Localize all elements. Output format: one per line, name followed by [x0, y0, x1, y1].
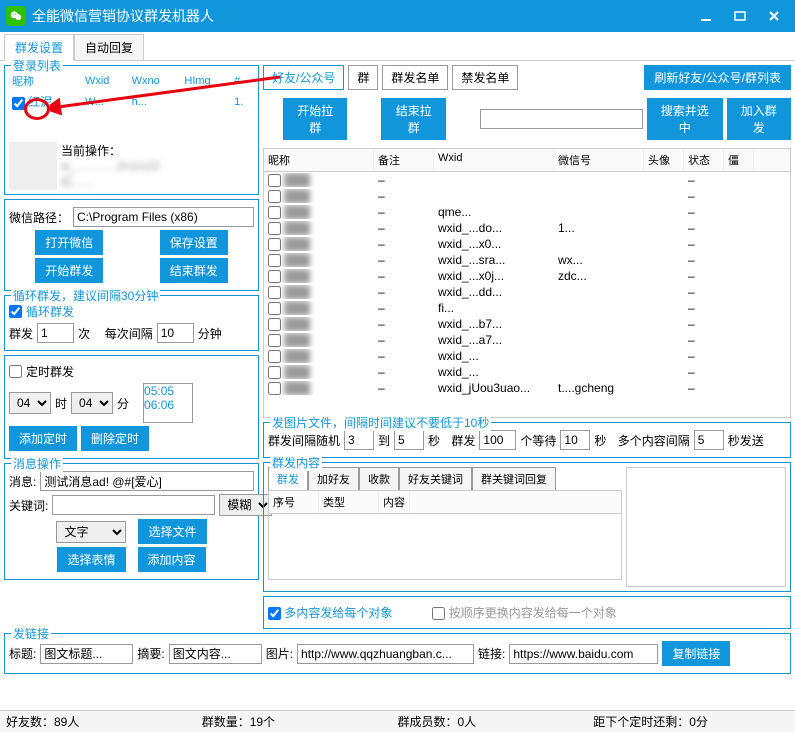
- friends-grid: 昵称 备注 Wxid 微信号 头像 状态 僵 ███–– ███–– ███–q…: [263, 148, 791, 418]
- link-title-input[interactable]: [40, 644, 133, 664]
- add-content-button[interactable]: 添加内容: [138, 547, 206, 572]
- search-select-button[interactable]: 搜索并选中: [647, 98, 723, 140]
- link-send-panel: 发链接 标题: 摘要: 图片: 链接: 复制链接: [4, 633, 791, 674]
- message-input[interactable]: [40, 471, 254, 491]
- status-friends: 好友数：89人: [6, 713, 202, 730]
- status-members: 群成员数：0人: [398, 713, 594, 730]
- preview-area: [626, 467, 786, 587]
- inner-tab-group-kw[interactable]: 群关键词回复: [472, 467, 556, 490]
- table-row[interactable]: ███–wxid_...–: [264, 364, 790, 380]
- table-row[interactable]: ███–wxid_...dd...–: [264, 284, 790, 300]
- save-config-button[interactable]: 保存设置: [160, 230, 228, 255]
- table-row[interactable]: ███–wxid_...x0...–: [264, 236, 790, 252]
- schedule-times-list[interactable]: 05:0506:06: [143, 383, 193, 423]
- options-panel: 多内容发给每个对象 按顺序更换内容发给每一个对象: [263, 596, 791, 629]
- statusbar: 好友数：89人 群数量：19个 群成员数：0人 距下个定时还剩：0分: [0, 710, 795, 732]
- tab-ban-list[interactable]: 禁发名单: [452, 65, 518, 90]
- app-logo: [6, 6, 26, 26]
- content-type-select[interactable]: 文字: [56, 521, 126, 543]
- table-row[interactable]: ███–fi...–: [264, 300, 790, 316]
- copy-link-button[interactable]: 复制链接: [662, 641, 730, 666]
- table-row[interactable]: ███–wxid_...sra...wx...–: [264, 252, 790, 268]
- loop-send-panel: 循环群发，建议间隔30分钟 循环群发 群发次 每次间隔分钟: [4, 295, 259, 351]
- table-row[interactable]: ███–wxid_...b7...–: [264, 316, 790, 332]
- close-button[interactable]: [767, 9, 781, 23]
- wx-path-input[interactable]: [73, 207, 254, 227]
- table-row[interactable]: ███––: [264, 188, 790, 204]
- select-file-button[interactable]: 选择文件: [138, 519, 206, 544]
- table-row[interactable]: ███–wxid_...a7...–: [264, 332, 790, 348]
- schedule-min-select[interactable]: 04: [71, 392, 113, 414]
- tab-groups[interactable]: 群: [348, 65, 378, 90]
- rand-from-input[interactable]: [344, 430, 374, 450]
- wx-path-panel: 微信路径： 打开微信保存设置 开始群发结束群发: [4, 199, 259, 291]
- link-url-input[interactable]: [509, 644, 658, 664]
- send-content-panel: 群发内容 群发 加好友 收款 好友关键词 群关键词回复 序号类型内容: [263, 462, 791, 592]
- end-send-button[interactable]: 结束群发: [160, 258, 228, 283]
- table-row[interactable]: ███–qme...–: [264, 204, 790, 220]
- tab-auto-reply[interactable]: 自动回复: [74, 34, 144, 60]
- multi-content-checkbox[interactable]: 多内容发给每个对象: [268, 604, 392, 621]
- titlebar: 全能微信营销协议群发机器人: [0, 0, 795, 32]
- order-content-checkbox[interactable]: 按顺序更换内容发给每一个对象: [432, 604, 616, 621]
- annotation-arrow: [50, 75, 290, 115]
- img-send-panel: 发图片文件，间隔时间建议不要低于10秒 群发间隔随机 到 秒 群发 个等待 秒 …: [263, 422, 791, 458]
- start-pull-button[interactable]: 开始拉群: [283, 98, 347, 140]
- link-summary-input[interactable]: [169, 644, 262, 664]
- inner-tab-receive[interactable]: 收款: [359, 467, 399, 490]
- schedule-checkbox[interactable]: [9, 365, 22, 378]
- msg-ops-panel: 消息操作 消息: 关键词:模糊 文字选择文件 选择表情添加内容: [4, 463, 259, 580]
- table-row[interactable]: ███–wxid_...x0j...zdc...–: [264, 268, 790, 284]
- refresh-list-button[interactable]: 刷新好友/公众号/群列表: [644, 65, 791, 90]
- table-row[interactable]: ███–wxid_jUou3uao...t....gcheng–: [264, 380, 790, 396]
- add-to-send-button[interactable]: 加入群发: [727, 98, 791, 140]
- content-interval-input[interactable]: [694, 430, 724, 450]
- rand-to-input[interactable]: [394, 430, 424, 450]
- search-input[interactable]: [480, 109, 643, 129]
- end-pull-button[interactable]: 结束拉群: [381, 98, 445, 140]
- schedule-hour-select[interactable]: 04: [9, 392, 51, 414]
- table-row[interactable]: ███––: [264, 172, 790, 188]
- link-img-input[interactable]: [297, 644, 474, 664]
- open-wx-button[interactable]: 打开微信: [35, 230, 103, 255]
- annotation-circle: [24, 98, 50, 120]
- status-remain: 距下个定时还剩：0分: [593, 713, 789, 730]
- table-row[interactable]: ███–wxid_...–: [264, 348, 790, 364]
- minimize-button[interactable]: [699, 9, 713, 23]
- current-op-label: 当前操作：: [61, 142, 160, 159]
- keyword-input[interactable]: [52, 495, 215, 515]
- del-schedule-button[interactable]: 删除定时: [81, 426, 149, 451]
- send-count-input[interactable]: [37, 323, 74, 343]
- batch-count-input[interactable]: [479, 430, 516, 450]
- maximize-button[interactable]: [733, 9, 747, 23]
- wait-input[interactable]: [560, 430, 590, 450]
- add-schedule-button[interactable]: 添加定时: [9, 426, 77, 451]
- inner-tab-friend-kw[interactable]: 好友关键词: [399, 467, 472, 490]
- avatar: [9, 142, 57, 190]
- status-groups: 群数量：19个: [202, 713, 398, 730]
- main-tabs: 群发设置 自动回复: [0, 32, 795, 61]
- tab-send-list[interactable]: 群发名单: [382, 65, 448, 90]
- schedule-panel: 定时群发 04时 04分 05:0506:06 添加定时删除定时: [4, 355, 259, 459]
- interval-input[interactable]: [157, 323, 194, 343]
- loop-send-checkbox[interactable]: [9, 305, 22, 318]
- start-send-button[interactable]: 开始群发: [35, 258, 103, 283]
- select-emoji-button[interactable]: 选择表情: [57, 547, 125, 572]
- table-row[interactable]: ███–wxid_...do...1...–: [264, 220, 790, 236]
- app-title: 全能微信营销协议群发机器人: [32, 6, 699, 26]
